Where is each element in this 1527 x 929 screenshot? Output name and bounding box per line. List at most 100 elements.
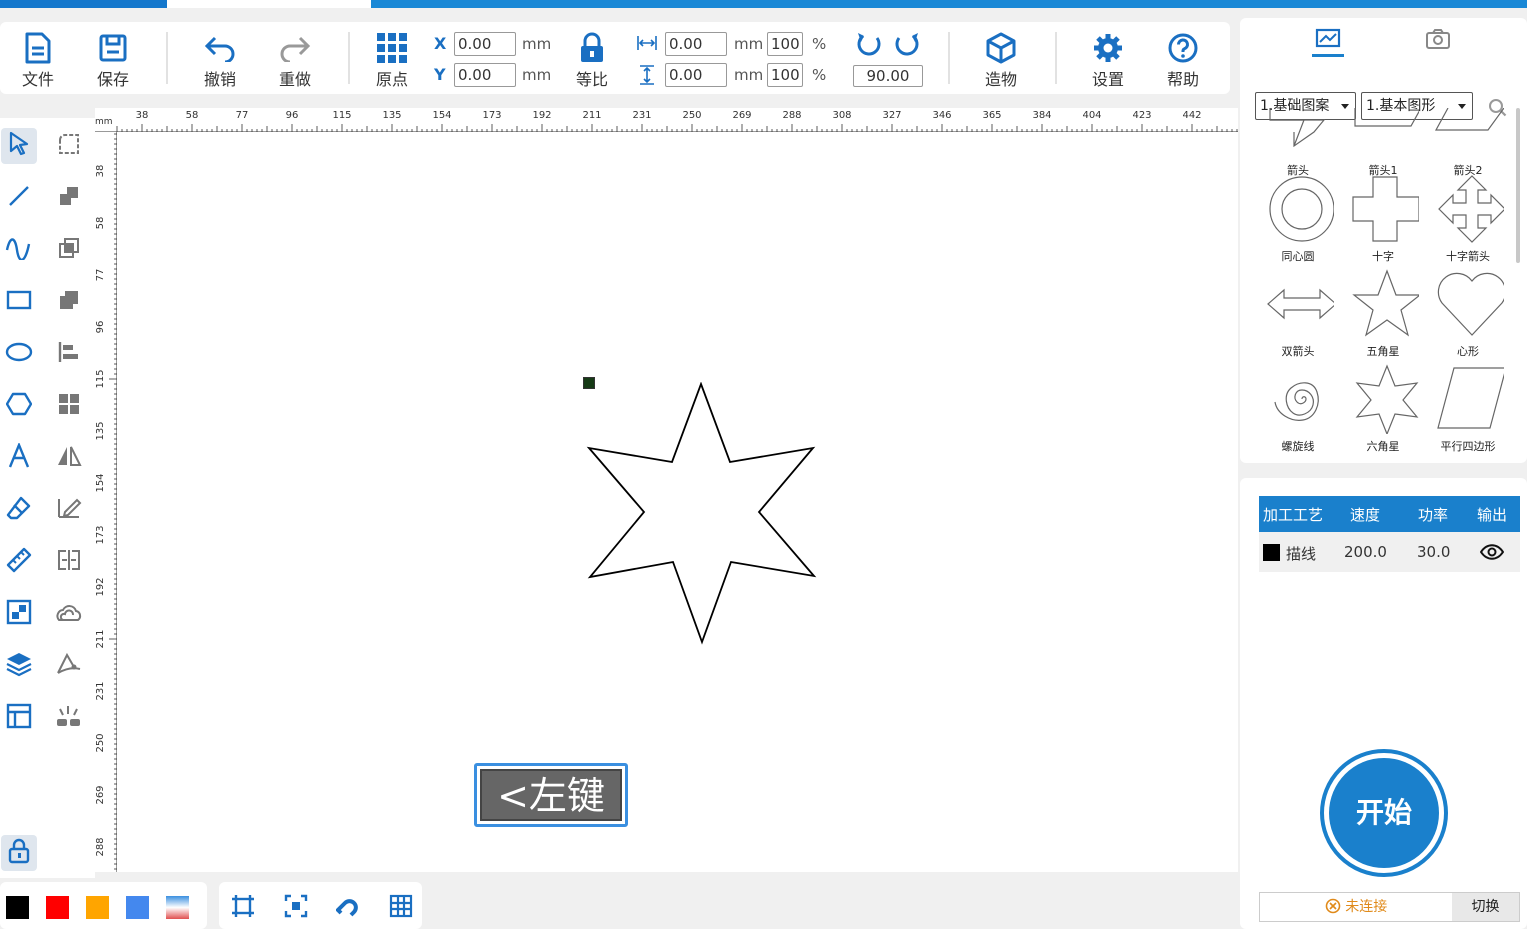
grid-icon[interactable]	[389, 894, 413, 922]
ruler-label: 423	[1132, 110, 1151, 121]
build-button[interactable]: 造物	[971, 30, 1031, 90]
height-percent-input[interactable]: 100	[767, 63, 803, 87]
redo-label: 重做	[278, 70, 311, 89]
save-label: 保存	[96, 70, 129, 89]
process-speed[interactable]: 200.0	[1344, 543, 1387, 561]
subtract-tool[interactable]	[51, 284, 87, 320]
split-icon	[56, 548, 82, 576]
select-tool[interactable]	[1, 128, 37, 164]
union-tool[interactable]	[51, 180, 87, 216]
grid-blocks-icon	[57, 392, 81, 420]
line-tool[interactable]	[1, 180, 37, 216]
polygon-tool[interactable]	[1, 388, 37, 424]
help-button[interactable]: 帮助	[1153, 30, 1213, 90]
rounded-rect-tool[interactable]	[51, 128, 87, 164]
shape-name: 五角星	[1366, 345, 1400, 358]
eye-icon[interactable]	[1479, 544, 1505, 564]
shape-item-arrow2[interactable]: 箭头2	[1428, 108, 1508, 178]
ruler-label: 173	[482, 110, 501, 121]
shape-item-hexagram[interactable]: 六角星	[1343, 364, 1423, 454]
split-tool[interactable]	[51, 544, 87, 580]
shape-name: 十字	[1372, 250, 1394, 263]
shape-item-double-arrow[interactable]: 双箭头	[1258, 269, 1338, 359]
offset-tool[interactable]	[51, 596, 87, 632]
lock-icon	[562, 30, 622, 66]
start-button[interactable]: 开始	[1320, 749, 1448, 877]
width-percent-input[interactable]: 100	[767, 32, 803, 56]
shape-item-parallelogram[interactable]: 平行四边形	[1428, 364, 1508, 454]
drawing-canvas[interactable]	[117, 132, 1238, 872]
layers-tool[interactable]	[1, 648, 37, 684]
eraser-tool[interactable]	[1, 492, 37, 528]
save-button[interactable]: 保存	[83, 30, 143, 90]
lock-ratio-button[interactable]: 等比	[562, 30, 622, 90]
ruler-label: 154	[95, 473, 106, 492]
color-palette	[0, 882, 207, 929]
rotate-angle-input[interactable]: 90.00	[853, 65, 923, 87]
rectangle-tool[interactable]	[1, 284, 37, 320]
swatch-red[interactable]	[46, 896, 69, 919]
redo-button[interactable]: 重做	[265, 30, 325, 90]
rectangle-icon	[6, 290, 32, 314]
shape-item-arrow[interactable]: 箭头	[1258, 108, 1338, 178]
file-label: 文件	[21, 70, 54, 89]
array-tool[interactable]	[1, 596, 37, 632]
curve-tool[interactable]	[1, 232, 37, 268]
key-hint-tooltip: <左键>	[474, 763, 628, 868]
start-label: 开始	[1329, 758, 1439, 868]
laser-tool[interactable]	[51, 700, 87, 736]
magnet-icon[interactable]	[335, 894, 360, 922]
swatch-gradient[interactable]	[166, 896, 189, 919]
edit-node-tool[interactable]	[51, 492, 87, 528]
shape-grid: 箭头 箭头1 箭头2 同心圆 十字 十字箭头 双箭头 五角星 心形 螺旋线 六角…	[1242, 108, 1512, 463]
intersect-tool[interactable]	[51, 232, 87, 268]
measure-tool[interactable]	[1, 544, 37, 580]
swatch-black[interactable]	[6, 896, 29, 919]
swatch-blue[interactable]	[126, 896, 149, 919]
shape-library-tab-icon[interactable]	[1315, 28, 1341, 56]
shape-item-cross-arrow[interactable]: 十字箭头	[1428, 174, 1508, 264]
shape-item-pentagram[interactable]: 五角星	[1343, 269, 1423, 359]
width-input[interactable]: 0.00	[665, 32, 727, 56]
rotate-ccw-icon[interactable]	[855, 30, 883, 62]
layer-color-swatch[interactable]	[1263, 544, 1280, 561]
process-power[interactable]: 30.0	[1417, 543, 1450, 561]
shape-item-spiral[interactable]: 螺旋线	[1258, 364, 1338, 454]
height-unit: mm	[734, 66, 764, 84]
rotate-cw-icon[interactable]	[893, 30, 921, 62]
process-table-header: 加工工艺 速度 功率 输出	[1259, 496, 1520, 532]
layout-icon	[6, 703, 32, 733]
ruler-label: 58	[95, 217, 106, 230]
fit-canvas-icon[interactable]	[231, 894, 255, 922]
origin-button[interactable]: 原点	[362, 30, 422, 90]
save-icon	[83, 30, 143, 66]
vertical-ruler: 3858779611513515417319221123125026928830…	[95, 132, 117, 872]
mirror-tool[interactable]	[51, 440, 87, 476]
text-tool[interactable]	[1, 440, 37, 476]
process-row[interactable]: 描线 200.0 30.0	[1259, 532, 1520, 572]
x-position-input[interactable]: 0.00	[454, 32, 516, 56]
shape-grid-scrollbar[interactable]	[1516, 108, 1520, 263]
fit-selection-icon[interactable]	[284, 894, 308, 922]
group-tool[interactable]	[51, 388, 87, 424]
camera-tab-icon[interactable]	[1425, 28, 1451, 54]
settings-button[interactable]: 设置	[1078, 30, 1138, 90]
shape-item-heart[interactable]: 心形	[1428, 269, 1508, 359]
canvas-lock-button[interactable]	[1, 835, 37, 871]
ruler-label: 96	[95, 321, 106, 334]
align-left-tool[interactable]	[51, 336, 87, 372]
swatch-orange[interactable]	[86, 896, 109, 919]
layout-tool[interactable]	[1, 700, 37, 736]
hexagram-shape[interactable]	[585, 382, 817, 646]
height-input[interactable]: 0.00	[665, 63, 727, 87]
shape-item-cross[interactable]: 十字	[1343, 174, 1423, 264]
switch-button[interactable]: 切换	[1452, 893, 1519, 921]
path-tool[interactable]	[51, 648, 87, 684]
undo-button[interactable]: 撤销	[190, 30, 250, 90]
shape-item-concentric[interactable]: 同心圆	[1258, 174, 1338, 264]
pen-edit-icon	[56, 495, 82, 525]
y-position-input[interactable]: 0.00	[454, 63, 516, 87]
shape-item-arrow1[interactable]: 箭头1	[1343, 108, 1423, 178]
ellipse-tool[interactable]	[1, 336, 37, 372]
file-button[interactable]: 文件	[8, 30, 68, 90]
